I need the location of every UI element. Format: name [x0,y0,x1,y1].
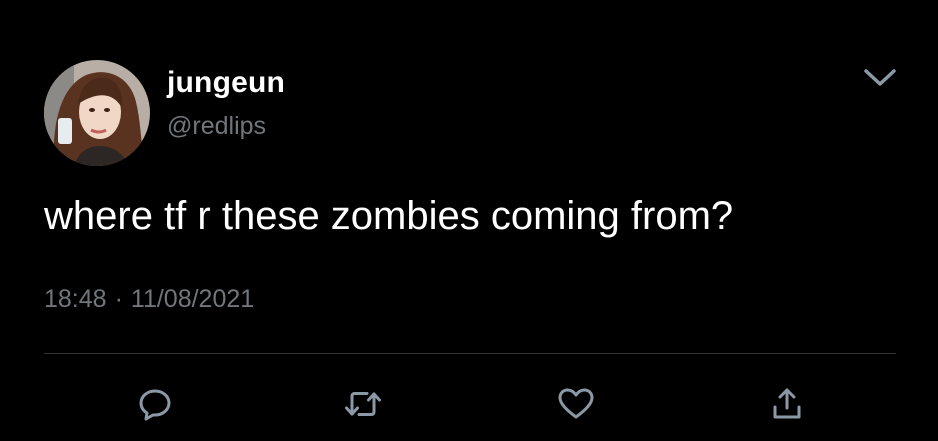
heart-icon [557,386,595,422]
more-options-button[interactable] [858,60,902,96]
tweet-time[interactable]: 18:48 [44,285,107,313]
avatar[interactable] [44,60,150,166]
retweet-button[interactable] [339,380,387,428]
author-handle[interactable]: @redlips [167,111,266,141]
divider [44,353,896,354]
author-display-name[interactable]: jungeun [167,66,285,100]
share-icon [769,386,805,422]
tweet-text: where tf r these zombies coming from? [44,194,734,238]
reply-button[interactable] [131,380,179,428]
like-button[interactable] [552,380,600,428]
reply-icon [137,386,173,422]
tweet-timestamp: 18:48 · 11/08/2021 [44,283,254,315]
meta-separator: · [114,285,123,313]
share-button[interactable] [763,380,811,428]
retweet-icon [343,386,383,422]
chevron-down-icon [862,67,898,89]
tweet-date[interactable]: 11/08/2021 [131,285,254,313]
